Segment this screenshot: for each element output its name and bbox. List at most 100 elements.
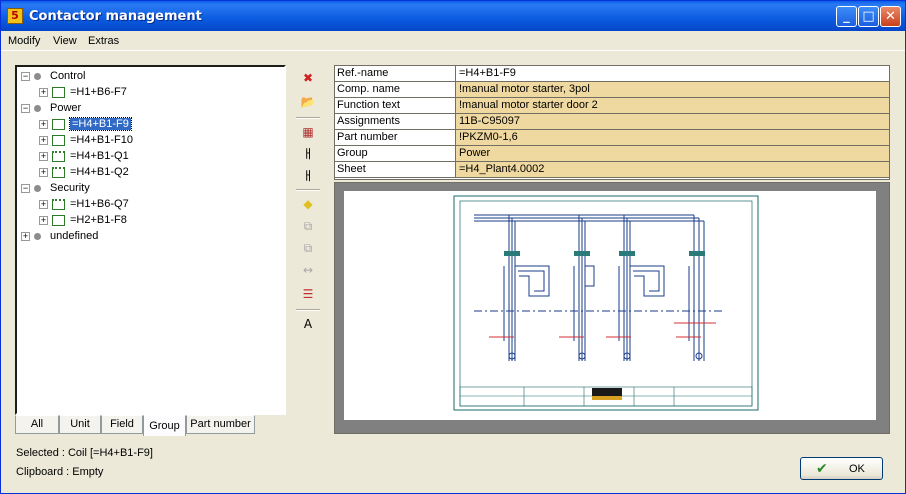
property-row: Function text !manual motor starter door … [335, 98, 889, 114]
title-bar[interactable]: 5 Contactor management _ □ ✕ [1, 1, 905, 31]
paste-button[interactable]: ⧉ [298, 239, 318, 257]
menu-bar: Modify View Extras [1, 31, 905, 51]
tree-item[interactable]: + =H4+B1-F9 [39, 116, 132, 132]
property-row: Part number !PKZM0-1,6 [335, 130, 889, 146]
settings-button[interactable]: ☰ [298, 285, 318, 303]
open-folder-button[interactable]: 📂 [298, 93, 318, 111]
text-size-button[interactable]: A [298, 315, 318, 333]
schematic-preview [344, 191, 876, 420]
property-key: Comp. name [335, 82, 456, 97]
tree-label: =H4+B1-F9 [69, 117, 132, 131]
tab-unit[interactable]: Unit [59, 415, 101, 434]
collapse-icon[interactable]: − [21, 183, 30, 193]
collapse-icon[interactable]: − [21, 103, 30, 113]
tree-group[interactable]: − Power [21, 100, 81, 116]
property-row: Assignments 11B-C95097 [335, 114, 889, 130]
tree-label: Power [50, 102, 82, 114]
menu-extras[interactable]: Extras [88, 35, 119, 47]
collapse-icon[interactable]: + [21, 231, 30, 241]
tab-all[interactable]: All [15, 415, 59, 434]
expand-icon[interactable]: + [39, 135, 48, 145]
tree-label: Security [50, 182, 90, 194]
toolbar-separator [296, 189, 320, 191]
property-value[interactable]: 11B-C95097 [456, 114, 889, 129]
contactor-icon [52, 134, 65, 146]
app-icon: 5 [7, 8, 23, 24]
copy-icon: ⧉ [303, 219, 313, 233]
contact-button[interactable]: ㅐ [298, 145, 318, 163]
tab-field[interactable]: Field [101, 415, 143, 434]
open-folder-icon: 📂 [300, 95, 316, 109]
tree-label: =H1+B6-F7 [70, 86, 127, 98]
swap-button[interactable]: ↔ [298, 261, 318, 279]
eraser-button[interactable]: ◆ [298, 195, 318, 213]
tree-group[interactable]: − Security [21, 180, 90, 196]
contactor-tree[interactable]: − Control + =H1+B6-F7− Power + =H4+B1-F9 + =H4+B… [15, 65, 286, 415]
contactor-icon [52, 198, 65, 210]
close-button[interactable]: ✕ [880, 6, 901, 27]
collapse-icon[interactable]: − [21, 71, 30, 81]
property-value[interactable]: !manual motor starter, 3pol [456, 82, 889, 97]
menu-view[interactable]: View [53, 35, 77, 47]
property-key: Group [335, 146, 456, 161]
property-row: Ref.-name =H4+B1-F9 [335, 66, 889, 82]
swap-icon: ↔ [302, 263, 314, 277]
tab-part-number[interactable]: Part number [186, 415, 255, 434]
property-value[interactable]: Power [456, 146, 889, 161]
tree-group[interactable]: + undefined [21, 228, 98, 244]
tree-item[interactable]: + =H1+B6-F7 [39, 84, 127, 100]
contactor-icon [52, 86, 65, 98]
preview-frame [334, 182, 890, 434]
tree-item[interactable]: + =H2+B1-F8 [39, 212, 127, 228]
property-value[interactable]: =H4+B1-F9 [456, 66, 889, 81]
tree-item[interactable]: + =H1+B6-Q7 [39, 196, 129, 212]
contactor-icon [52, 214, 65, 226]
contact-remove-button[interactable]: ㅐ [298, 167, 318, 185]
table-icon: ▦ [302, 125, 314, 139]
group-dot-icon [34, 72, 41, 80]
expand-icon[interactable]: + [39, 87, 48, 97]
property-value[interactable]: =H4_Plant4.0002 [456, 162, 889, 177]
menu-modify[interactable]: Modify [8, 35, 40, 47]
delete-icon: ✖ [302, 71, 314, 85]
paste-icon: ⧉ [303, 241, 313, 255]
contact-remove-icon: ㅐ [302, 169, 314, 183]
expand-icon[interactable]: + [39, 215, 48, 225]
tree-item[interactable]: + =H4+B1-F10 [39, 132, 133, 148]
property-value[interactable]: !manual motor starter door 2 [456, 98, 889, 113]
contactor-icon [52, 150, 65, 162]
contactor-icon [52, 166, 65, 178]
delete-button[interactable]: ✖ [298, 69, 318, 87]
property-key: Ref.-name [335, 66, 456, 81]
expand-icon[interactable]: + [39, 167, 48, 177]
toolbar-separator [296, 117, 320, 119]
toolbar-separator [296, 309, 320, 311]
expand-icon[interactable]: + [39, 119, 48, 129]
schematic-drawing [453, 195, 759, 411]
tab-group[interactable]: Group [143, 415, 186, 436]
tree-label: undefined [50, 230, 99, 242]
settings-icon: ☰ [302, 287, 314, 301]
tree-label: =H4+B1-Q1 [70, 150, 129, 162]
ok-button[interactable]: ✔ OK [800, 457, 883, 480]
property-row: Sheet =H4_Plant4.0002 [335, 162, 889, 178]
property-value[interactable]: !PKZM0-1,6 [456, 130, 889, 145]
tree-item[interactable]: + =H4+B1-Q1 [39, 148, 129, 164]
tree-label: =H2+B1-F8 [70, 214, 127, 226]
expand-icon[interactable]: + [39, 151, 48, 161]
tree-group[interactable]: − Control [21, 68, 85, 84]
tree-label: =H1+B6-Q7 [70, 198, 129, 210]
text-size-icon: A [303, 317, 313, 331]
minimize-button[interactable]: _ [836, 6, 857, 27]
tree-item[interactable]: + =H4+B1-Q2 [39, 164, 129, 180]
property-row: Comp. name !manual motor starter, 3pol [335, 82, 889, 98]
check-icon: ✔ [816, 461, 828, 477]
property-key: Sheet [335, 162, 456, 177]
contactor-management-window: 5 Contactor management _ □ ✕ Modify View… [0, 0, 906, 494]
expand-icon[interactable]: + [39, 199, 48, 209]
property-row: Group Power [335, 146, 889, 162]
clipboard-status: Clipboard : Empty [16, 466, 104, 478]
copy-button[interactable]: ⧉ [298, 217, 318, 235]
maximize-button[interactable]: □ [858, 6, 879, 27]
table-button[interactable]: ▦ [298, 123, 318, 141]
